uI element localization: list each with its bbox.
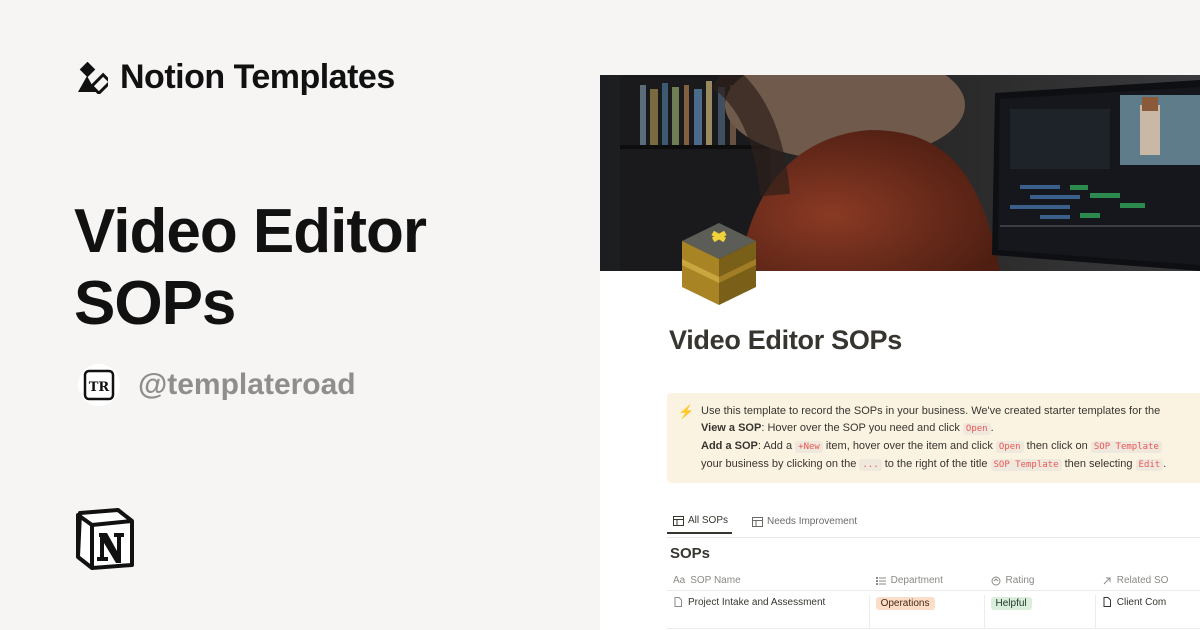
relation-arrow-icon [1103,577,1111,584]
callout-line-2: View a SOP: Hover over the SOP you need … [701,422,994,435]
edit-code: Edit [1135,459,1164,471]
cell-department[interactable]: Operations [870,595,985,629]
view-sop-label: View a SOP [701,422,762,434]
author[interactable]: TR @templateroad [78,364,356,406]
open-code-2: Open [995,441,1024,453]
brand: Notion Templates [76,58,395,97]
hero-title: Video Editor SOPs [74,197,427,338]
view-tabs: All SOPs Needs Improvement [667,515,861,534]
add-sop-label: Add a SOP [701,440,758,452]
new-code: +New [795,441,823,453]
table-header: Aa SOP Name Department Rating Related SO [667,571,1200,591]
callout-line-4: your business by clicking on the ... to … [701,458,1167,471]
tab-label: Needs Improvement [767,516,858,527]
author-handle[interactable]: @templateroad [138,368,356,402]
add-sop-text-2: item, hover over the item and click [825,440,993,452]
status-circle-icon [991,576,1001,585]
cell-related-sops[interactable]: Client Com [1096,595,1200,629]
svg-text:TR: TR [89,380,110,395]
line4-text-3: then selecting [1064,458,1133,470]
tab-divider [667,537,1200,538]
brand-title: Notion Templates [120,58,395,96]
database-title[interactable]: SOPs [670,545,710,562]
tab-all-sops[interactable]: All SOPs [667,515,733,534]
callout: ⚡ Use this template to record the SOPs i… [667,393,1200,483]
sop-template-code-2: SOP Template [990,459,1062,471]
column-header-sop-name[interactable]: Aa SOP Name [667,575,870,586]
notion-logo-icon [76,508,134,570]
cube-icon [682,223,756,305]
column-header-rating[interactable]: Rating [985,575,1096,586]
add-sop-text-1: : Add a [757,440,793,452]
rating-tag: Helpful [990,597,1032,610]
page-title: Video Editor SOPs [669,325,902,355]
sop-table: Aa SOP Name Department Rating Related SO… [667,571,1200,629]
tab-label: All SOPs [688,515,729,526]
table-icon [673,515,684,526]
page-icon [1103,597,1111,607]
line4-text-2: to the right of the title [884,458,988,470]
dots-code: ... [859,459,882,471]
table-icon [752,516,764,527]
lightning-icon: ⚡ [678,404,695,419]
tab-needs-improvement[interactable]: Needs Improvement [746,515,861,534]
column-header-related-sops[interactable]: Related SO [1096,575,1200,586]
avatar: TR [78,364,120,406]
department-tag: Operations [875,597,935,610]
shapes-icon [78,61,108,94]
callout-line-1: Use this template to record the SOPs in … [701,405,1161,417]
table-row[interactable]: Project Intake and Assessment Operations… [667,591,1200,629]
add-sop-text-3: then click on [1026,440,1088,452]
page-icon [674,597,682,607]
sop-template-code: SOP Template [1090,441,1162,453]
cell-rating[interactable]: Helpful [985,595,1096,629]
cell-sop-name[interactable]: Project Intake and Assessment [667,595,870,629]
notion-page-preview: Video Editor SOPs ⚡ Use this template to… [600,75,1200,630]
text-property-icon: Aa [673,575,686,586]
avatar-logo-icon: TR [83,369,115,401]
list-icon [875,576,886,585]
open-code: Open [962,423,991,435]
callout-line-3: Add a SOP: Add a +New item, hover over t… [701,438,1200,456]
line4-text-1: your business by clicking on the [701,458,857,470]
column-header-department[interactable]: Department [870,575,985,586]
view-sop-text: : Hover over the SOP you need and click [761,422,960,434]
